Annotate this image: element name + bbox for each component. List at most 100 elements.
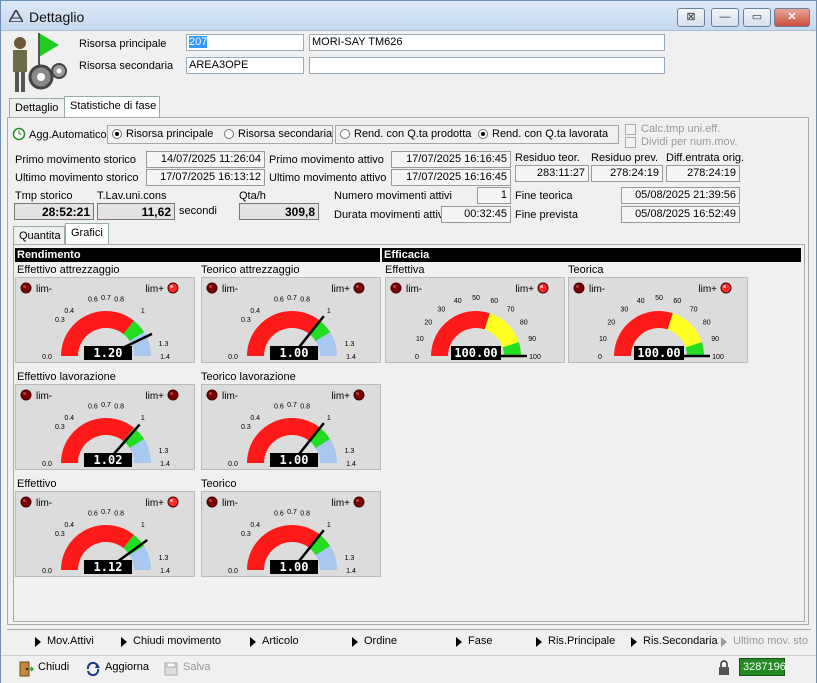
tab-grafici[interactable]: Grafici	[65, 223, 109, 245]
play-arrow-icon	[536, 637, 542, 647]
gauge-band	[667, 313, 702, 348]
gauge-value: 1.12	[94, 560, 123, 574]
radio-rend-qta-lavorata-label: Rend. con Q.ta lavorata	[492, 128, 609, 140]
gauge-tick-label: 0.0	[228, 568, 238, 575]
lim-plus-label: lim+	[698, 284, 717, 295]
close-button[interactable]: ✕	[774, 8, 810, 27]
salva-button[interactable]: Salva	[163, 661, 211, 677]
lim-minus-label: lim-	[222, 284, 238, 295]
bottom-button-label: Articolo	[262, 635, 299, 647]
gauge-tick-label: 0.8	[114, 296, 124, 303]
bottom-button-label: Ultimo mov. sto	[733, 635, 808, 647]
rendimento-header: Rendimento	[15, 248, 380, 262]
gauge-tick-label: 1.4	[346, 354, 356, 361]
gauge-tick-label: 0	[415, 354, 419, 361]
gauge-tick-label: 1.3	[159, 555, 169, 562]
gauge-tick-label: 1.3	[159, 448, 169, 455]
lim-minus-lamp-icon	[20, 389, 32, 401]
aggiorna-label: Aggiorna	[105, 661, 150, 673]
durata-label: Durata movimenti attivi	[334, 209, 446, 221]
lim-minus-label: lim-	[222, 391, 238, 402]
play-arrow-icon	[721, 637, 727, 647]
tab-statistiche-di-fase[interactable]: Statistiche di fase	[64, 96, 160, 118]
gauge-tick-label: 80	[703, 319, 711, 326]
gauge-tick-label: 60	[490, 298, 498, 305]
gauge-tick-label: 1.4	[160, 354, 170, 361]
bottom-button-ris-principale[interactable]: Ris.Principale	[536, 635, 615, 649]
tab-quantita[interactable]: Quantita	[13, 226, 65, 246]
fine-prevista-label: Fine prevista	[515, 209, 578, 221]
primo-attivo-value: 17/07/2025 16:16:45	[391, 151, 511, 168]
gauge-tick-label: 0.8	[114, 510, 124, 517]
gauge-tick-label: 0.7	[287, 509, 297, 516]
bottom-button-chiudi-movimento[interactable]: Chiudi movimento	[121, 635, 221, 649]
gauge-tick-label: 0.6	[88, 296, 98, 303]
diff-entrata-value: 278:24:19	[666, 165, 740, 182]
minimize-button[interactable]: —	[711, 8, 739, 27]
gauge-tick-label: 0.3	[241, 317, 251, 324]
bottom-button-ris-secondaria[interactable]: Ris.Secondaria	[631, 635, 718, 649]
chiudi-button[interactable]: Chiudi	[18, 661, 69, 677]
residuo-teor-label: Residuo teor.	[515, 152, 580, 164]
gauge-tick-label: 1.3	[345, 448, 355, 455]
restore-size-button[interactable]: ⊠	[677, 8, 705, 27]
gauge-tick-label: 20	[424, 319, 432, 326]
gauge-title: Effettivo	[17, 478, 57, 490]
gauge-tick-label: 0.6	[274, 403, 284, 410]
bottom-button-ultimo-mov-sto[interactable]: Ultimo mov. sto	[721, 635, 816, 649]
bottom-button-fase[interactable]: Fase	[456, 635, 492, 649]
lim-plus-label: lim+	[145, 498, 164, 509]
record-counter: 3287196	[739, 658, 786, 676]
maximize-button[interactable]: ▭	[743, 8, 771, 27]
bottom-button-ordine[interactable]: Ordine	[352, 635, 397, 649]
play-arrow-icon	[631, 637, 637, 647]
residuo-prev-value: 278:24:19	[591, 165, 663, 182]
gauge-tick-label: 10	[599, 336, 607, 343]
aggiorna-button[interactable]: Aggiorna	[85, 661, 149, 677]
tab-dettaglio[interactable]: Dettaglio	[9, 98, 65, 118]
bottom-button-label: Mov.Attivi	[47, 635, 94, 647]
refresh-clock-icon[interactable]	[12, 127, 26, 141]
radio-risorsa-secondaria[interactable]	[224, 129, 234, 139]
primo-storico-label: Primo movimento storico	[15, 154, 137, 166]
risorsa-principale-desc-field[interactable]: MORI-SAY TM626	[309, 34, 665, 51]
risorsa-secondaria-code-field[interactable]: AREA3OPE	[186, 57, 304, 74]
ultimo-storico-label: Ultimo movimento storico	[15, 172, 139, 184]
tmp-storico-label: Tmp storico	[15, 190, 73, 202]
radio-rend-qta-lavorata[interactable]	[478, 129, 488, 139]
gauge-tick-label: 40	[637, 298, 645, 305]
bottom-button-label: Fase	[468, 635, 493, 647]
bottom-button-articolo[interactable]: Articolo	[250, 635, 299, 649]
gauge-tick-label: 0.4	[250, 522, 260, 529]
play-arrow-icon	[121, 637, 127, 647]
agg-automatico-label[interactable]: Agg.Automatico	[29, 129, 107, 141]
risorsa-principale-label: Risorsa principale	[79, 38, 167, 50]
lim-minus-lamp-icon	[206, 282, 218, 294]
detail-window: Dettaglio ⊠ — ▭ ✕ Risorsa principale 207…	[0, 0, 817, 683]
gauge-value: 1.20	[94, 346, 123, 360]
primo-storico-value: 14/07/2025 11:26:04	[146, 151, 265, 168]
fine-prevista-value: 05/08/2025 16:52:49	[621, 206, 740, 223]
ultimo-attivo-value: 17/07/2025 16:16:45	[391, 169, 511, 186]
gauge-tick-label: 100	[712, 354, 724, 361]
risorsa-principale-code-field[interactable]: 207	[186, 34, 304, 51]
lim-minus-lamp-icon	[206, 496, 218, 508]
bottom-button-mov-attivi[interactable]: Mov.Attivi	[35, 635, 94, 649]
lim-plus-lamp-icon	[167, 496, 179, 508]
lim-minus-lamp-icon	[20, 282, 32, 294]
risorsa-secondaria-desc-field[interactable]	[309, 57, 665, 74]
gauge-tick-label: 1	[141, 308, 145, 315]
residuo-teor-value: 283:11:27	[515, 165, 589, 182]
bottom-button-label: Chiudi movimento	[133, 635, 222, 647]
dividi-num-mov-label: Dividi per num.mov.	[641, 136, 738, 148]
gauge-tick-label: 0.7	[101, 295, 111, 302]
gauge-tick-label: 1.3	[345, 555, 355, 562]
rendimento-gauge: lim-lim+ 0.0 0.3 0.4 0.6 0.7 0.8 1 1.3 1.4 1.00	[201, 384, 381, 470]
tlav-value: 11,62	[97, 203, 175, 220]
calc-tmp-uni-eff-checkbox[interactable]	[625, 124, 636, 135]
qtah-label: Qta/h	[239, 190, 266, 202]
dividi-num-mov-checkbox[interactable]	[625, 137, 636, 148]
lim-minus-label: lim-	[36, 391, 52, 402]
radio-risorsa-principale[interactable]	[112, 129, 122, 139]
radio-rend-qta-prodotta[interactable]	[340, 129, 350, 139]
